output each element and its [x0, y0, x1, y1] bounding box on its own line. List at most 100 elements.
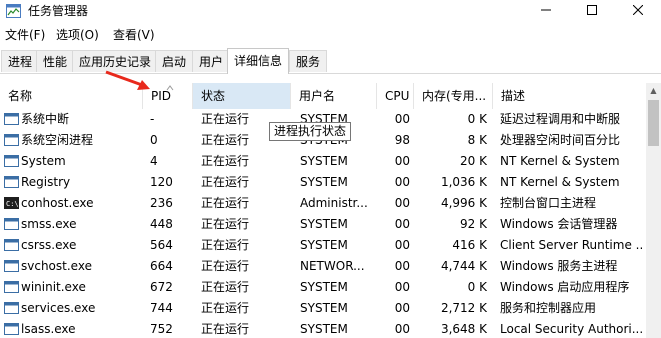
- process-cpu: 00: [394, 322, 410, 336]
- process-name: conhost.exe: [21, 196, 94, 210]
- process-user: SYSTEM: [300, 280, 348, 294]
- column-header-user[interactable]: 用户名: [291, 83, 377, 109]
- process-user: SYSTEM: [300, 175, 348, 189]
- process-status: 正在运行: [201, 217, 250, 231]
- window-icon: [4, 239, 19, 251]
- process-description: Local Security Authori...: [500, 322, 642, 336]
- tab-users[interactable]: 用户: [192, 50, 231, 72]
- process-name: wininit.exe: [21, 280, 86, 294]
- process-memory: 4,996 K: [440, 196, 487, 210]
- process-memory: 3,648 K: [440, 322, 487, 336]
- close-button[interactable]: [615, 0, 661, 23]
- process-pid: 0: [150, 133, 158, 147]
- process-description: 处理器空闲时间百分比: [500, 133, 621, 147]
- maximize-button[interactable]: [569, 0, 615, 23]
- menu-options[interactable]: 选项(O): [56, 27, 99, 43]
- annotation-arrow-icon: [105, 70, 150, 90]
- process-name: svchost.exe: [21, 259, 92, 273]
- process-name: lsass.exe: [21, 322, 76, 336]
- process-status: 正在运行: [201, 196, 250, 210]
- process-memory: 20 K: [460, 154, 487, 168]
- process-description: Windows 启动应用程序: [500, 280, 630, 294]
- process-memory: 92 K: [460, 217, 487, 231]
- process-cpu: 00: [394, 238, 410, 252]
- process-user: SYSTEM: [300, 322, 348, 336]
- scroll-thumb[interactable]: [648, 100, 659, 146]
- sort-ascending-icon: [166, 85, 174, 91]
- column-header-status[interactable]: 状态: [193, 83, 291, 109]
- process-cpu: 00: [394, 217, 410, 231]
- process-user: SYSTEM: [300, 217, 348, 231]
- table-row[interactable]: C:\ conhost.exe 236 正在运行 Administr... 00 4,996…: [0, 193, 646, 214]
- close-icon: [632, 4, 644, 16]
- maximize-icon: [587, 5, 597, 15]
- tab-processes[interactable]: 进程: [1, 50, 40, 72]
- table-row[interactable]: Registry 120 正在运行 SYSTEM 00 1,036 K NT Kernel …: [0, 172, 646, 193]
- process-pid: 744: [150, 301, 173, 315]
- process-cpu: 00: [394, 196, 410, 210]
- svg-text:C:\: C:\: [6, 200, 19, 208]
- process-pid: 236: [150, 196, 173, 210]
- menu-view[interactable]: 查看(V): [113, 27, 155, 43]
- process-name: 系统空闲进程: [21, 133, 94, 147]
- minimize-icon: [541, 9, 551, 11]
- window-icon: [4, 323, 19, 335]
- window-icon: [4, 281, 19, 293]
- process-status: 正在运行: [201, 280, 250, 294]
- process-description: Client Server Runtime ...: [500, 238, 642, 252]
- window-icon: [4, 218, 19, 230]
- table-row[interactable]: wininit.exe 672 正在运行 SYSTEM 00 0 K Windows 启动应…: [0, 277, 646, 298]
- table-row[interactable]: smss.exe 448 正在运行 SYSTEM 00 92 K Windows 会话管理器: [0, 214, 646, 235]
- task-manager-app-icon: [6, 4, 21, 18]
- process-status: 正在运行: [201, 154, 250, 168]
- process-memory: 0 K: [467, 280, 487, 294]
- menu-bar: 文件(F) 选项(O) 查看(V): [0, 24, 661, 46]
- tab-details[interactable]: 详细信息: [227, 48, 290, 74]
- process-user: SYSTEM: [300, 238, 348, 252]
- process-name: 系统中断: [21, 112, 70, 126]
- title-bar: 任务管理器: [0, 0, 661, 23]
- process-pid: 4: [150, 154, 158, 168]
- process-memory: 8 K: [467, 133, 487, 147]
- table-row[interactable]: csrss.exe 564 正在运行 SYSTEM 00 416 K Client Serv…: [0, 235, 646, 256]
- column-header-description[interactable]: 描述: [493, 83, 646, 109]
- process-cpu: 00: [394, 175, 410, 189]
- tab-app-history[interactable]: 应用历史记录: [72, 50, 159, 72]
- window-icon: [4, 113, 19, 125]
- process-name: Registry: [21, 175, 71, 189]
- column-header-row: 名称 PID 状态 用户名 CPU 内存(专用... 描述: [0, 83, 646, 109]
- process-pid: 120: [150, 175, 173, 189]
- process-memory: 0 K: [467, 112, 487, 126]
- vertical-scrollbar[interactable]: ▲: [646, 83, 661, 338]
- tab-startup[interactable]: 启动: [155, 50, 194, 72]
- window-icon: [4, 176, 19, 188]
- column-header-cpu[interactable]: CPU: [377, 83, 414, 109]
- tab-bar: 进程 性能 应用历史记录 启动 用户 详细信息 服务: [0, 46, 661, 74]
- process-pid: -: [150, 112, 155, 126]
- process-cpu: 00: [394, 301, 410, 315]
- column-header-memory[interactable]: 内存(专用...: [414, 83, 493, 109]
- table-row[interactable]: svchost.exe 664 正在运行 NETWOR... 00 4,744 K Wind…: [0, 256, 646, 277]
- tab-services[interactable]: 服务: [289, 50, 328, 72]
- window-icon: [4, 302, 19, 314]
- table-row[interactable]: services.exe 744 正在运行 SYSTEM 00 2,712 K 服务和控制器…: [0, 298, 646, 319]
- process-status: 正在运行: [201, 301, 250, 315]
- menu-file[interactable]: 文件(F): [5, 27, 45, 43]
- table-row[interactable]: System 4 正在运行 SYSTEM 00 20 K NT Kernel & Syste…: [0, 151, 646, 172]
- status-column-tooltip: 进程执行状态: [269, 122, 352, 141]
- process-cpu: 00: [394, 259, 410, 273]
- process-status: 正在运行: [201, 238, 250, 252]
- window-icon: [4, 260, 19, 272]
- process-status: 正在运行: [201, 175, 250, 189]
- process-memory: 1,036 K: [440, 175, 487, 189]
- scroll-up-button[interactable]: ▲: [646, 83, 661, 99]
- minimize-button[interactable]: [523, 0, 569, 23]
- tab-performance[interactable]: 性能: [36, 50, 75, 72]
- process-memory: 416 K: [452, 238, 487, 252]
- process-cpu: 00: [394, 154, 410, 168]
- process-memory: 4,744 K: [440, 259, 487, 273]
- process-user: Administr...: [300, 196, 368, 210]
- table-row[interactable]: lsass.exe 752 正在运行 SYSTEM 00 3,648 K Local Sec…: [0, 319, 646, 338]
- process-name: smss.exe: [21, 217, 77, 231]
- process-pid: 448: [150, 217, 173, 231]
